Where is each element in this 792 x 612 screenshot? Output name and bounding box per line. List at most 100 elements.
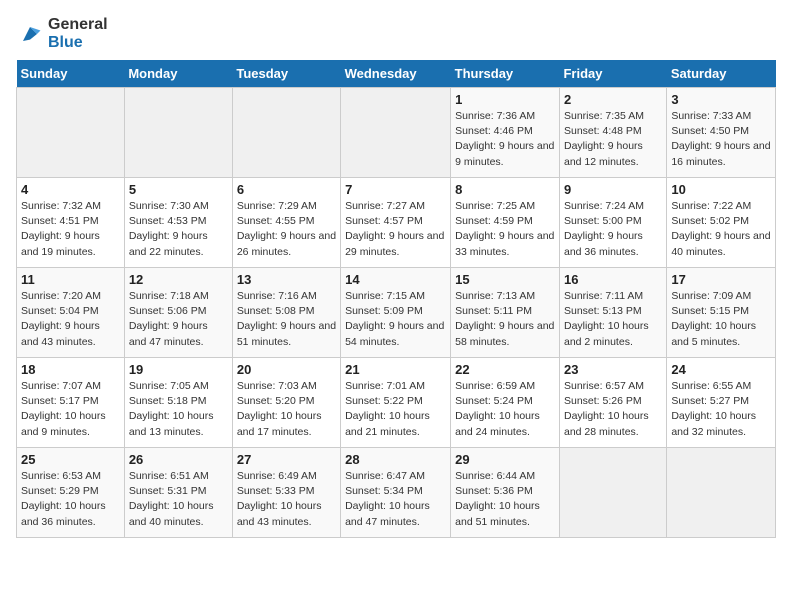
day-info: Sunrise: 7:35 AM Sunset: 4:48 PM Dayligh… [564, 109, 662, 170]
day-number: 6 [237, 182, 336, 197]
day-number: 26 [129, 452, 228, 467]
day-number: 3 [671, 92, 771, 107]
day-info: Sunrise: 7:27 AM Sunset: 4:57 PM Dayligh… [345, 199, 446, 260]
day-cell: 6 Sunrise: 7:29 AM Sunset: 4:55 PM Daylig… [232, 178, 340, 268]
day-info: Sunrise: 6:55 AM Sunset: 5:27 PM Dayligh… [671, 379, 771, 440]
day-cell: 16 Sunrise: 7:11 AM Sunset: 5:13 PM Dayli… [559, 268, 666, 358]
day-cell: 29 Sunrise: 6:44 AM Sunset: 5:36 PM Dayli… [451, 448, 560, 538]
header-friday: Friday [559, 60, 666, 88]
day-number: 24 [671, 362, 771, 377]
day-number: 19 [129, 362, 228, 377]
day-info: Sunrise: 7:09 AM Sunset: 5:15 PM Dayligh… [671, 289, 771, 350]
week-row-0: 1 Sunrise: 7:36 AM Sunset: 4:46 PM Daylig… [17, 88, 776, 178]
day-cell [667, 448, 776, 538]
day-info: Sunrise: 7:03 AM Sunset: 5:20 PM Dayligh… [237, 379, 336, 440]
day-number: 5 [129, 182, 228, 197]
header-wednesday: Wednesday [341, 60, 451, 88]
page-header: General Blue [16, 16, 776, 52]
day-cell: 8 Sunrise: 7:25 AM Sunset: 4:59 PM Daylig… [451, 178, 560, 268]
day-cell: 19 Sunrise: 7:05 AM Sunset: 5:18 PM Dayli… [124, 358, 232, 448]
day-cell: 2Sunrise: 7:35 AM Sunset: 4:48 PM Daylig… [559, 88, 666, 178]
day-cell: 24 Sunrise: 6:55 AM Sunset: 5:27 PM Dayli… [667, 358, 776, 448]
day-cell: 1 Sunrise: 7:36 AM Sunset: 4:46 PM Daylig… [451, 88, 560, 178]
week-row-4: 25 Sunrise: 6:53 AM Sunset: 5:29 PM Dayli… [17, 448, 776, 538]
day-number: 29 [455, 452, 555, 467]
day-cell: 5 Sunrise: 7:30 AM Sunset: 4:53 PM Daylig… [124, 178, 232, 268]
day-info: Sunrise: 6:47 AM Sunset: 5:34 PM Dayligh… [345, 469, 446, 530]
day-cell: 25 Sunrise: 6:53 AM Sunset: 5:29 PM Dayli… [17, 448, 125, 538]
calendar-header-row: SundayMondayTuesdayWednesdayThursdayFrid… [17, 60, 776, 88]
day-number: 17 [671, 272, 771, 287]
day-cell: 14 Sunrise: 7:15 AM Sunset: 5:09 PM Dayli… [341, 268, 451, 358]
header-thursday: Thursday [451, 60, 560, 88]
logo: General Blue [16, 16, 108, 52]
logo-text: General Blue [48, 16, 108, 52]
day-number: 21 [345, 362, 446, 377]
day-cell [341, 88, 451, 178]
day-cell: 15 Sunrise: 7:13 AM Sunset: 5:11 PM Dayli… [451, 268, 560, 358]
day-number: 25 [21, 452, 120, 467]
day-cell: 28 Sunrise: 6:47 AM Sunset: 5:34 PM Dayli… [341, 448, 451, 538]
day-cell: 17 Sunrise: 7:09 AM Sunset: 5:15 PM Dayli… [667, 268, 776, 358]
day-cell: 10 Sunrise: 7:22 AM Sunset: 5:02 PM Dayli… [667, 178, 776, 268]
day-cell: 23 Sunrise: 6:57 AM Sunset: 5:26 PM Dayli… [559, 358, 666, 448]
logo-icon [16, 20, 44, 48]
day-info: Sunrise: 7:15 AM Sunset: 5:09 PM Dayligh… [345, 289, 446, 350]
day-number: 16 [564, 272, 662, 287]
day-number: 10 [671, 182, 771, 197]
day-cell: 27Sunrise: 6:49 AM Sunset: 5:33 PM Dayli… [232, 448, 340, 538]
day-cell: 26 Sunrise: 6:51 AM Sunset: 5:31 PM Dayli… [124, 448, 232, 538]
day-info: Sunrise: 6:51 AM Sunset: 5:31 PM Dayligh… [129, 469, 228, 530]
day-number: 20 [237, 362, 336, 377]
day-info: Sunrise: 7:01 AM Sunset: 5:22 PM Dayligh… [345, 379, 446, 440]
day-number: 14 [345, 272, 446, 287]
day-info: Sunrise: 7:36 AM Sunset: 4:46 PM Dayligh… [455, 109, 555, 170]
week-row-1: 4Sunrise: 7:32 AM Sunset: 4:51 PM Daylig… [17, 178, 776, 268]
header-monday: Monday [124, 60, 232, 88]
day-info: Sunrise: 7:07 AM Sunset: 5:17 PM Dayligh… [21, 379, 120, 440]
day-cell [232, 88, 340, 178]
day-number: 7 [345, 182, 446, 197]
day-info: Sunrise: 6:53 AM Sunset: 5:29 PM Dayligh… [21, 469, 120, 530]
day-info: Sunrise: 6:57 AM Sunset: 5:26 PM Dayligh… [564, 379, 662, 440]
day-number: 18 [21, 362, 120, 377]
day-cell [17, 88, 125, 178]
day-number: 22 [455, 362, 555, 377]
day-info: Sunrise: 6:44 AM Sunset: 5:36 PM Dayligh… [455, 469, 555, 530]
header-saturday: Saturday [667, 60, 776, 88]
day-number: 27 [237, 452, 336, 467]
day-number: 23 [564, 362, 662, 377]
day-cell: 4Sunrise: 7:32 AM Sunset: 4:51 PM Daylig… [17, 178, 125, 268]
day-cell: 7 Sunrise: 7:27 AM Sunset: 4:57 PM Daylig… [341, 178, 451, 268]
day-info: Sunrise: 6:59 AM Sunset: 5:24 PM Dayligh… [455, 379, 555, 440]
day-info: Sunrise: 7:18 AM Sunset: 5:06 PM Dayligh… [129, 289, 228, 350]
day-cell: 20 Sunrise: 7:03 AM Sunset: 5:20 PM Dayli… [232, 358, 340, 448]
day-info: Sunrise: 7:13 AM Sunset: 5:11 PM Dayligh… [455, 289, 555, 350]
day-cell: 22 Sunrise: 6:59 AM Sunset: 5:24 PM Dayli… [451, 358, 560, 448]
day-cell: 11 Sunrise: 7:20 AM Sunset: 5:04 PM Dayli… [17, 268, 125, 358]
day-info: Sunrise: 7:29 AM Sunset: 4:55 PM Dayligh… [237, 199, 336, 260]
day-cell: 3Sunrise: 7:33 AM Sunset: 4:50 PM Daylig… [667, 88, 776, 178]
calendar-table: SundayMondayTuesdayWednesdayThursdayFrid… [16, 60, 776, 538]
day-info: Sunrise: 7:25 AM Sunset: 4:59 PM Dayligh… [455, 199, 555, 260]
day-number: 15 [455, 272, 555, 287]
day-number: 28 [345, 452, 446, 467]
day-number: 9 [564, 182, 662, 197]
day-info: Sunrise: 7:30 AM Sunset: 4:53 PM Dayligh… [129, 199, 228, 260]
day-cell: 18 Sunrise: 7:07 AM Sunset: 5:17 PM Dayli… [17, 358, 125, 448]
day-info: Sunrise: 7:20 AM Sunset: 5:04 PM Dayligh… [21, 289, 120, 350]
day-info: Sunrise: 7:11 AM Sunset: 5:13 PM Dayligh… [564, 289, 662, 350]
day-info: Sunrise: 7:05 AM Sunset: 5:18 PM Dayligh… [129, 379, 228, 440]
day-number: 4 [21, 182, 120, 197]
day-number: 11 [21, 272, 120, 287]
week-row-3: 18 Sunrise: 7:07 AM Sunset: 5:17 PM Dayli… [17, 358, 776, 448]
day-info: Sunrise: 7:16 AM Sunset: 5:08 PM Dayligh… [237, 289, 336, 350]
day-number: 1 [455, 92, 555, 107]
day-cell: 9Sunrise: 7:24 AM Sunset: 5:00 PM Daylig… [559, 178, 666, 268]
day-info: Sunrise: 7:22 AM Sunset: 5:02 PM Dayligh… [671, 199, 771, 260]
day-cell: 12Sunrise: 7:18 AM Sunset: 5:06 PM Dayli… [124, 268, 232, 358]
day-number: 8 [455, 182, 555, 197]
day-number: 13 [237, 272, 336, 287]
week-row-2: 11 Sunrise: 7:20 AM Sunset: 5:04 PM Dayli… [17, 268, 776, 358]
day-cell [124, 88, 232, 178]
